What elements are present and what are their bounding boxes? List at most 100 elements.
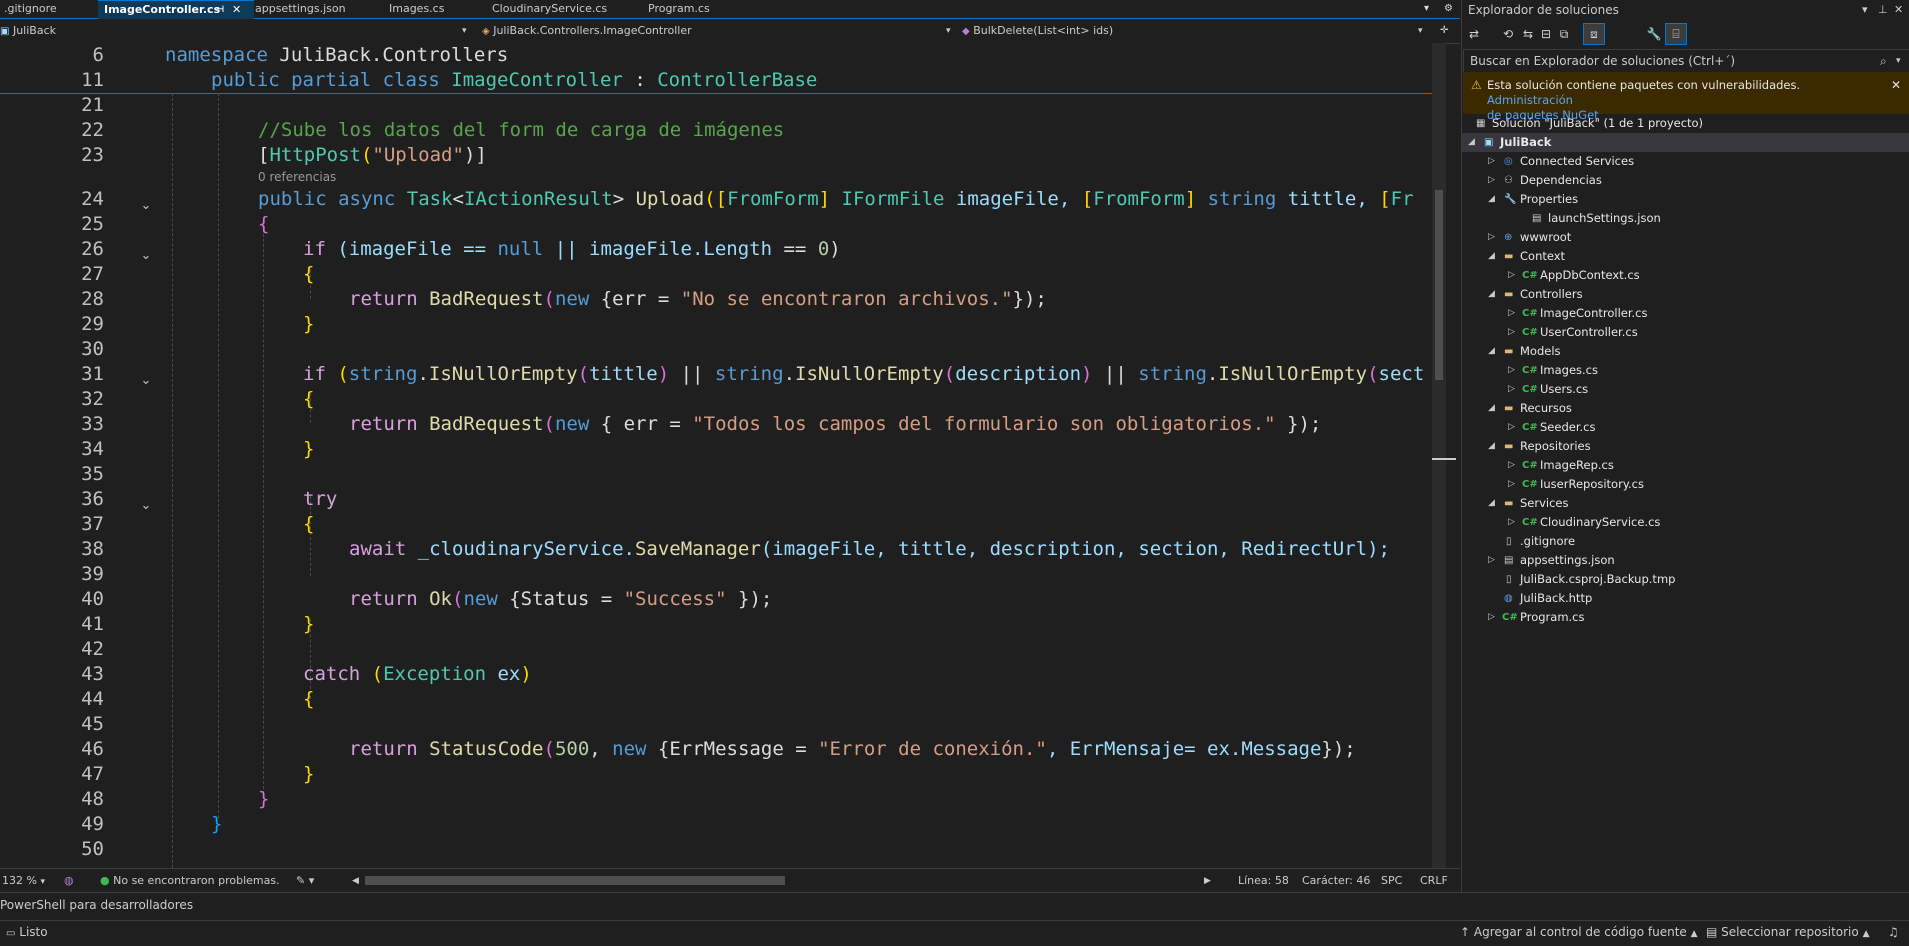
brush-icon[interactable]: ✎ ▾ bbox=[296, 869, 314, 893]
code-line-brace[interactable]: { bbox=[303, 512, 314, 537]
collapse-chevron-icon[interactable]: ⌄ bbox=[139, 249, 153, 263]
code-line-return-status-code[interactable]: return StatusCode(500, new {ErrMessage =… bbox=[349, 737, 1356, 762]
code-line-brace[interactable]: { bbox=[303, 262, 314, 287]
tab-image-controller[interactable]: ImageController.cs ⊣ ✕ bbox=[98, 0, 254, 19]
code-line-return-ok[interactable]: return Ok(new {Status = "Success" }); bbox=[349, 587, 772, 612]
code-line-class[interactable]: public partial class ImageController : C… bbox=[211, 68, 817, 93]
tree-item-properties[interactable]: ◢ 🔧 Properties bbox=[1462, 190, 1909, 209]
code-line-brace[interactable]: { bbox=[258, 212, 269, 237]
code-line-brace[interactable]: } bbox=[303, 437, 314, 462]
tree-item-controllers[interactable]: ◢ ▬ Controllers bbox=[1462, 285, 1909, 304]
solution-explorer-search[interactable]: Buscar en Explorador de soluciones (Ctrl… bbox=[1463, 49, 1909, 73]
zoom-dropdown[interactable]: 132 % ▾ bbox=[2, 869, 45, 893]
pin-icon[interactable]: ⊥ bbox=[1878, 0, 1888, 20]
close-icon[interactable]: ✕ bbox=[1894, 0, 1903, 20]
properties-wrench-icon[interactable]: 🔧 bbox=[1644, 24, 1664, 44]
collapse-chevron-icon[interactable]: ⌄ bbox=[139, 374, 153, 388]
tree-item-image-rep[interactable]: ▷ C# ImageRep.cs bbox=[1462, 456, 1909, 475]
tree-item-recursos[interactable]: ◢ ▬ Recursos bbox=[1462, 399, 1909, 418]
tree-item-dependencies[interactable]: ▷ ⚇ Dependencias bbox=[1462, 171, 1909, 190]
code-line-comment[interactable]: //Sube los datos del form de carga de im… bbox=[258, 118, 784, 143]
add-source-control-button[interactable]: ↑ Agregar al control de código fuente ▲ bbox=[1460, 921, 1698, 944]
code-line-if-null[interactable]: if (imageFile == null || imageFile.Lengt… bbox=[303, 237, 841, 262]
developer-powershell-tab[interactable]: PowerShell para desarrolladores bbox=[0, 892, 1909, 921]
sync-icon[interactable]: ⇆ bbox=[1518, 24, 1538, 44]
tab-cloudinary-service[interactable]: CloudinaryService.cs bbox=[488, 0, 647, 18]
select-repository-button[interactable]: ▤ Seleccionar repositorio ▲ bbox=[1706, 921, 1869, 944]
tree-item-repositories[interactable]: ◢ ▬ Repositories bbox=[1462, 437, 1909, 456]
code-lens-references[interactable]: 0 referencias bbox=[258, 170, 336, 184]
member-dropdown[interactable]: ◆ BulkDelete(List<int> ids) ▾ bbox=[962, 22, 1432, 40]
tree-item-csproj-backup[interactable]: ▯ JuliBack.csproj.Backup.tmp bbox=[1462, 570, 1909, 589]
notifications-icon[interactable]: ♫ bbox=[1888, 921, 1899, 944]
code-line-brace[interactable]: } bbox=[303, 762, 314, 787]
tree-item-iuser-repository[interactable]: ▷ C# IuserRepository.cs bbox=[1462, 475, 1909, 494]
type-dropdown[interactable]: ◈ JuliBack.Controllers.ImageController ▾ bbox=[482, 22, 952, 40]
scroll-right-icon[interactable]: ▶ bbox=[1204, 869, 1211, 893]
show-all-files-icon[interactable]: ⧉ bbox=[1554, 24, 1574, 44]
close-icon[interactable]: ✕ bbox=[232, 1, 241, 19]
code-line-method-signature[interactable]: public async Task<IActionResult> Upload(… bbox=[258, 187, 1414, 212]
tab-overflow-icon[interactable]: ▾ bbox=[1424, 0, 1429, 18]
code-line-brace[interactable]: } bbox=[211, 812, 222, 837]
code-line-brace[interactable]: { bbox=[303, 387, 314, 412]
tree-item-services[interactable]: ◢ ▬ Services bbox=[1462, 494, 1909, 513]
tree-item-wwwroot[interactable]: ▷ ⊕ wwwroot bbox=[1462, 228, 1909, 247]
vertical-scrollbar-thumb[interactable] bbox=[1435, 190, 1443, 380]
tree-item-context[interactable]: ◢ ▬ Context bbox=[1462, 247, 1909, 266]
panel-options[interactable]: ▾ bbox=[1862, 0, 1868, 20]
whitespace-indicator[interactable]: SPC bbox=[1381, 869, 1402, 893]
health-icon[interactable]: ◍ bbox=[64, 869, 74, 893]
history-icon[interactable]: ⟲ bbox=[1498, 24, 1518, 44]
close-icon[interactable]: ✕ bbox=[1891, 78, 1901, 92]
line-indicator[interactable]: Línea: 58 bbox=[1238, 869, 1289, 893]
tree-item-images-cs[interactable]: ▷ C# Images.cs bbox=[1462, 361, 1909, 380]
nuget-management-link[interactable]: Administración bbox=[1487, 93, 1573, 107]
collapse-all-icon[interactable]: ⊟ bbox=[1536, 24, 1556, 44]
collapse-chevron-icon[interactable]: ⌄ bbox=[139, 199, 153, 213]
preview-icon[interactable]: ⌸ bbox=[1665, 23, 1687, 45]
tab-gitignore[interactable]: .gitignore bbox=[0, 0, 99, 18]
code-line-brace[interactable]: } bbox=[258, 787, 269, 812]
code-line-attribute[interactable]: [HttpPost("Upload")] bbox=[258, 143, 487, 168]
tab-program[interactable]: Program.cs bbox=[646, 0, 748, 18]
tree-item-appdbcontext[interactable]: ▷ C# AppDbContext.cs bbox=[1462, 266, 1909, 285]
collapse-chevron-icon[interactable]: ⌄ bbox=[139, 499, 153, 513]
issues-indicator[interactable]: ● No se encontraron problemas. bbox=[100, 869, 280, 893]
tree-item-launch-settings[interactable]: ▤ launchSettings.json bbox=[1462, 209, 1909, 228]
settings-icon[interactable]: ⚙ bbox=[1444, 0, 1453, 18]
vertical-scrollbar[interactable] bbox=[1432, 43, 1446, 868]
tree-item-program[interactable]: ▷ C# Program.cs bbox=[1462, 608, 1909, 627]
code-line-brace[interactable]: } bbox=[303, 612, 314, 637]
code-line-catch[interactable]: catch (Exception ex) bbox=[303, 662, 532, 687]
tree-item-cloudinary-service[interactable]: ▷ C# CloudinaryService.cs bbox=[1462, 513, 1909, 532]
line-ending-indicator[interactable]: CRLF bbox=[1420, 869, 1448, 893]
code-line-await-save[interactable]: await _cloudinaryService.SaveManager(ima… bbox=[349, 537, 1390, 562]
tab-appsettings[interactable]: appsettings.json bbox=[252, 0, 385, 18]
code-line-return-bad-request[interactable]: return BadRequest(new {err = "No se enco… bbox=[349, 287, 1047, 312]
tree-item-users-cs[interactable]: ▷ C# Users.cs bbox=[1462, 380, 1909, 399]
tree-item-gitignore[interactable]: ▯ .gitignore bbox=[1462, 532, 1909, 551]
tree-item-seeder[interactable]: ▷ C# Seeder.cs bbox=[1462, 418, 1909, 437]
horizontal-scrollbar-thumb[interactable] bbox=[365, 876, 785, 885]
pin-icon[interactable]: ⊣ bbox=[216, 1, 224, 19]
project-dropdown[interactable]: ▣ JuliBack ▾ bbox=[0, 22, 475, 40]
tree-item-user-controller[interactable]: ▷ C# UserController.cs bbox=[1462, 323, 1909, 342]
tree-item-image-controller[interactable]: ▷ C# ImageController.cs bbox=[1462, 304, 1909, 323]
tree-item-appsettings[interactable]: ▷ ▤ appsettings.json bbox=[1462, 551, 1909, 570]
filter-icon[interactable]: ⧈ bbox=[1583, 23, 1605, 45]
scroll-left-icon[interactable]: ◀ bbox=[352, 869, 359, 893]
code-line-return-bad-request-2[interactable]: return BadRequest(new { err = "Todos los… bbox=[349, 412, 1321, 437]
tree-item-connected-services[interactable]: ▷ ◎ Connected Services bbox=[1462, 152, 1909, 171]
switch-views-icon[interactable]: ⇄ bbox=[1464, 24, 1484, 44]
tree-item-models[interactable]: ◢ ▬ Models bbox=[1462, 342, 1909, 361]
char-indicator[interactable]: Carácter: 46 bbox=[1302, 869, 1370, 893]
code-editor[interactable]: 20 21 22 23 24 25 26 27 28 29 30 31 32 3… bbox=[0, 93, 1432, 868]
code-line-brace[interactable]: { bbox=[303, 687, 314, 712]
tree-item-juliback-http[interactable]: ◍ JuliBack.http bbox=[1462, 589, 1909, 608]
code-line-try[interactable]: try bbox=[303, 487, 337, 512]
code-line-if-empty[interactable]: if (string.IsNullOrEmpty(tittle) || stri… bbox=[303, 362, 1424, 387]
project-node[interactable]: ◢ ▣ JuliBack bbox=[1462, 133, 1909, 152]
tab-images[interactable]: Images.cs bbox=[385, 0, 489, 18]
split-icon[interactable]: ✛ bbox=[1440, 22, 1456, 40]
